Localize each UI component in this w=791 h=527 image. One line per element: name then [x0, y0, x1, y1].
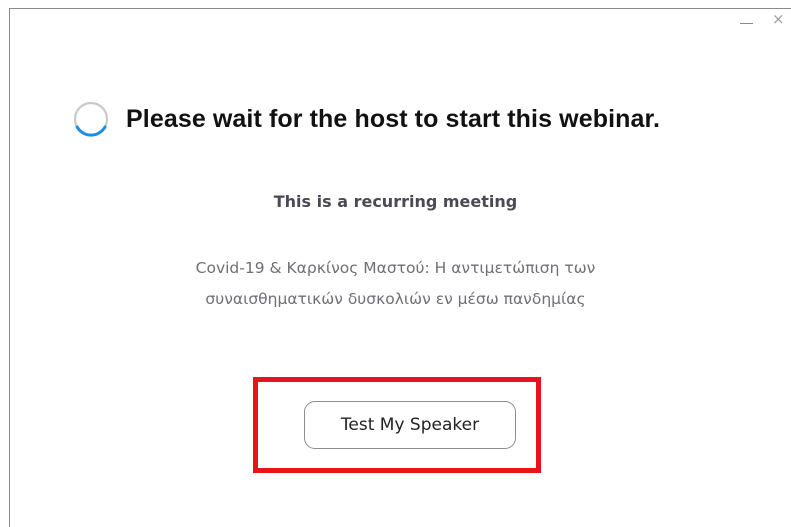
window-controls: ×	[730, 9, 791, 35]
meeting-topic-line-2: συναισθηματικών δυσκολιών εν μέσω πανδημ…	[205, 290, 586, 308]
minimize-button[interactable]	[730, 9, 764, 35]
recurring-meeting-notice: This is a recurring meeting	[273, 192, 518, 211]
test-my-speaker-button[interactable]: Test My Speaker	[304, 401, 516, 449]
waiting-title: Please wait for the host to start this w…	[126, 104, 660, 133]
close-icon: ×	[772, 10, 785, 28]
waiting-header: Please wait for the host to start this w…	[72, 100, 660, 138]
meeting-topic-line-1: Covid-19 & Καρκίνος Μαστού: Η αντιμετώπι…	[195, 259, 596, 277]
minimize-icon	[740, 23, 753, 24]
close-button[interactable]: ×	[764, 9, 791, 35]
meeting-topic: Covid-19 & Καρκίνος Μαστού: Η αντιμετώπι…	[0, 253, 791, 315]
loading-spinner-icon	[73, 101, 109, 137]
